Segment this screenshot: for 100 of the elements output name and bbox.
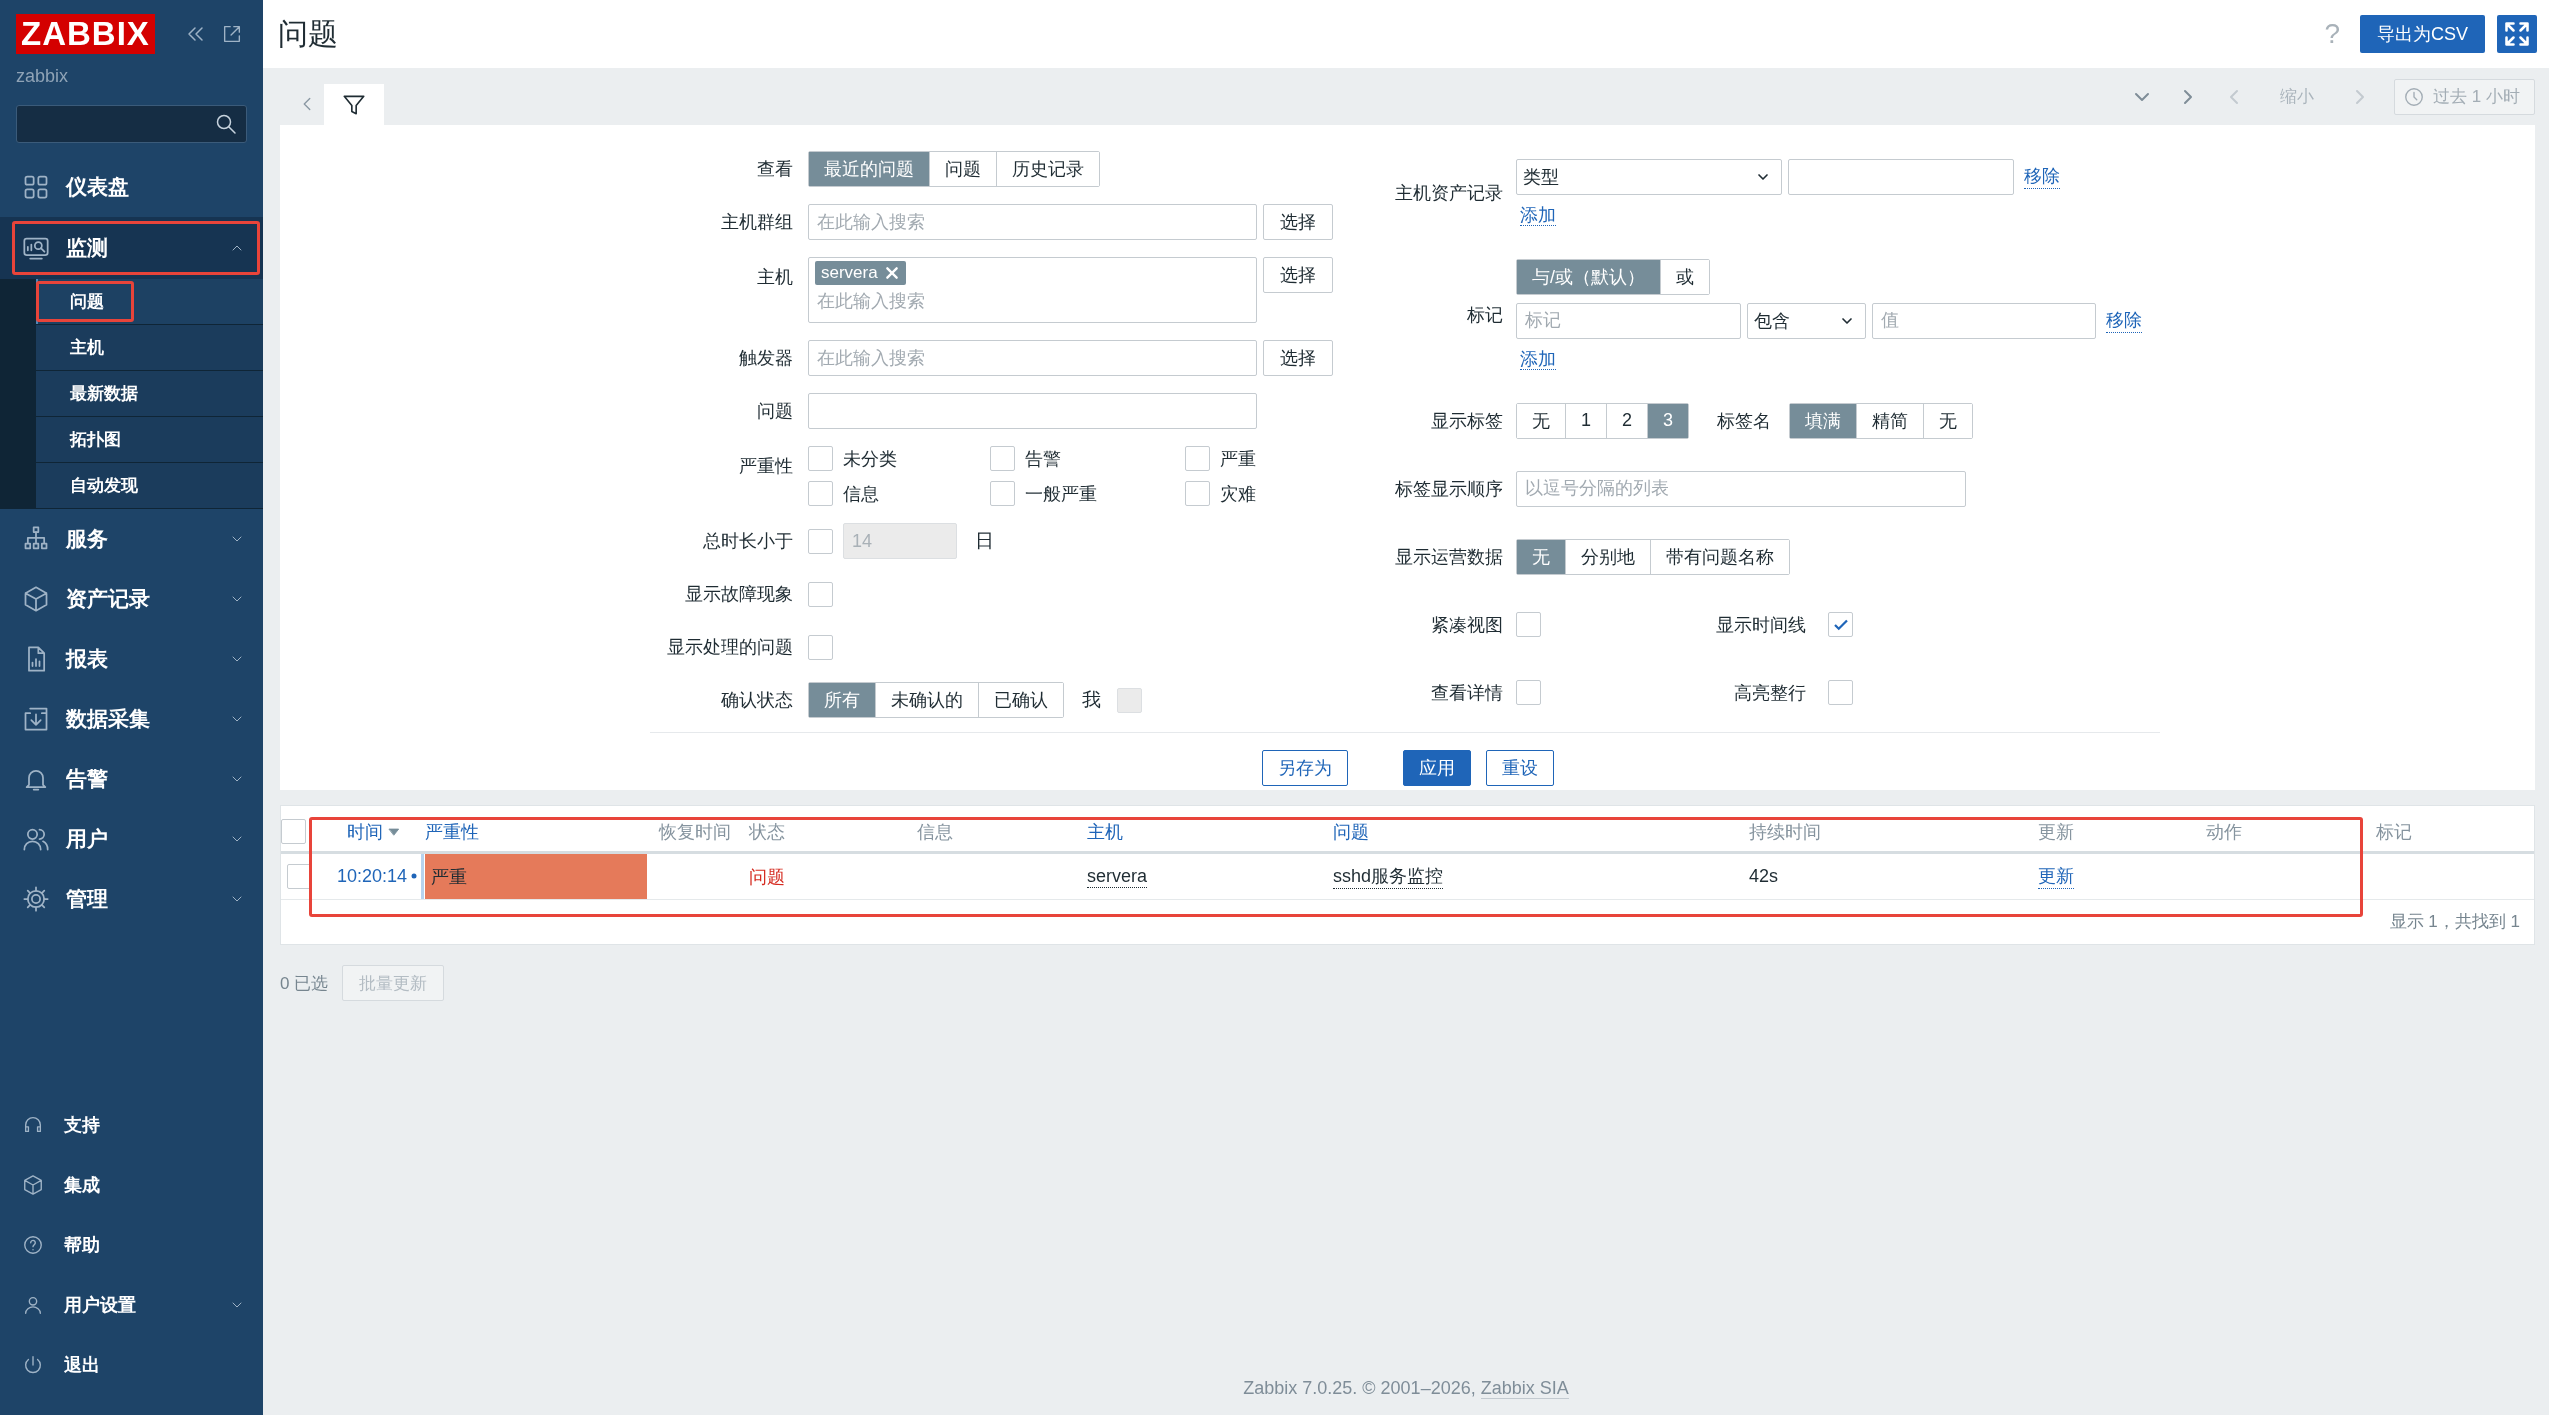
- checkbox[interactable]: [808, 446, 833, 471]
- add-link[interactable]: 添加: [1520, 204, 1556, 226]
- menu-item[interactable]: 集成: [0, 1155, 263, 1215]
- checkbox[interactable]: [281, 819, 306, 844]
- value-field[interactable]: 值: [1872, 302, 2096, 339]
- update-link[interactable]: 更新: [2038, 864, 2074, 889]
- field-label: 标签显示顺序: [1394, 477, 1504, 501]
- checkbox[interactable]: [808, 581, 833, 607]
- checkbox[interactable]: [990, 446, 1015, 471]
- checkbox[interactable]: [1185, 481, 1210, 506]
- column-header: 信息: [917, 820, 953, 844]
- menu-item[interactable]: 报表: [0, 629, 263, 689]
- field-label: 显示故障现象: [684, 583, 794, 606]
- host-link[interactable]: servera: [1087, 865, 1148, 888]
- tag-field[interactable]: 标记: [1516, 302, 1741, 339]
- segment-tab[interactable]: 无: [1517, 403, 1566, 438]
- checkbox-label: 未分类: [843, 447, 897, 471]
- time-link[interactable]: 10:20:14: [336, 866, 407, 887]
- menu-item[interactable]: 服务: [0, 509, 263, 569]
- gear-icon: [22, 885, 50, 913]
- submenu-item[interactable]: 拓扑图: [36, 417, 263, 463]
- filter-button[interactable]: 重设: [1485, 750, 1554, 786]
- submenu-item[interactable]: 问题: [36, 279, 263, 325]
- column-header: 更新: [2038, 820, 2074, 844]
- checkbox-label: 严重: [1220, 447, 1256, 471]
- checkbox[interactable]: [990, 481, 1015, 506]
- checkbox-label: 我: [1082, 688, 1101, 712]
- search-icon[interactable]: [214, 112, 238, 136]
- submenu-item[interactable]: 主机: [36, 325, 263, 371]
- field-label: 查看: [756, 158, 794, 181]
- unit-label: 日: [975, 529, 994, 553]
- search-field[interactable]: [16, 105, 247, 143]
- column-header: 状态: [749, 820, 785, 844]
- field-label: 显示运营数据: [1394, 545, 1504, 569]
- column-header-link[interactable]: 问题: [1333, 819, 1369, 844]
- add-link[interactable]: 添加: [1520, 348, 1556, 370]
- column-header-link[interactable]: 主机: [1087, 819, 1123, 844]
- checkbox[interactable]: [1185, 446, 1210, 471]
- fullscreen-button[interactable]: [2497, 15, 2537, 53]
- checkbox[interactable]: [1516, 680, 1541, 705]
- duration-text: 42s: [1749, 866, 1779, 887]
- checkbox[interactable]: [808, 528, 833, 554]
- apply-button[interactable]: 应用: [1402, 750, 1471, 786]
- checkbox[interactable]: [1516, 612, 1541, 637]
- select-button[interactable]: 选择: [1263, 257, 1333, 293]
- selected-count: 0 已选: [280, 972, 329, 995]
- power-icon: [22, 1354, 44, 1376]
- checkbox-label: 一般严重: [1025, 482, 1097, 506]
- checkbox[interactable]: [1828, 612, 1853, 637]
- cube-icon: [22, 1174, 44, 1196]
- select-button[interactable]: 选择: [1263, 204, 1333, 240]
- checkbox[interactable]: [808, 481, 833, 506]
- column-header-link[interactable]: 严重性: [425, 819, 479, 844]
- submenu-item[interactable]: 最新数据: [36, 371, 263, 417]
- text-field[interactable]: [1788, 158, 2014, 195]
- field-label: 高亮整行: [1734, 682, 1806, 703]
- text-field[interactable]: [808, 393, 1257, 429]
- export-button[interactable]: 导出为CSV: [2360, 15, 2485, 53]
- field-label: 严重性: [738, 455, 794, 478]
- menu-item[interactable]: 数据采集: [0, 689, 263, 749]
- field-label: 主机资产记录: [1394, 181, 1504, 205]
- menu-item[interactable]: 监测: [0, 217, 263, 279]
- menu-item[interactable]: 用户设置: [0, 1275, 263, 1335]
- select-button[interactable]: 选择: [1263, 340, 1333, 376]
- page-title: 问题: [278, 15, 339, 52]
- filter-tab[interactable]: [324, 84, 384, 125]
- checkbox-label: 信息: [843, 482, 879, 506]
- checkbox[interactable]: [1828, 680, 1853, 705]
- field-label: 查看详情: [1430, 681, 1504, 705]
- menu-item[interactable]: 帮助: [0, 1215, 263, 1275]
- submenu-item[interactable]: 自动发现: [36, 463, 263, 509]
- remove-link[interactable]: 移除: [2106, 308, 2142, 333]
- remove-link[interactable]: 移除: [2024, 164, 2060, 189]
- dropdown[interactable]: 包含: [1747, 302, 1866, 339]
- field-label: 紧凑视图: [1430, 613, 1504, 637]
- column-header-link[interactable]: 时间: [347, 819, 401, 844]
- remove-icon[interactable]: [883, 265, 900, 281]
- cube-icon: [22, 585, 50, 613]
- checkbox[interactable]: [808, 634, 833, 660]
- field-label: 触发器: [738, 347, 794, 370]
- menu-item[interactable]: 告警: [0, 749, 263, 809]
- menu-item[interactable]: 退出: [0, 1335, 263, 1395]
- menu-item[interactable]: 支持: [0, 1095, 263, 1155]
- grid-icon: [22, 173, 50, 201]
- filter-button[interactable]: 另存为: [1261, 750, 1348, 786]
- result-count: 显示 1，共找到 1: [2388, 911, 2521, 933]
- menu-item[interactable]: 管理: [0, 869, 263, 929]
- menu-item[interactable]: 仪表盘: [0, 157, 263, 217]
- logo: ZABBIX: [16, 14, 155, 54]
- field-label: 总时长小于: [702, 530, 794, 553]
- server-name: zabbix: [16, 66, 70, 87]
- dropdown[interactable]: 类型: [1516, 158, 1782, 195]
- clock-icon: [2403, 85, 2426, 108]
- menu-item[interactable]: 用户: [0, 809, 263, 869]
- menu-item[interactable]: 资产记录: [0, 569, 263, 629]
- text-field[interactable]: 以逗号分隔的列表: [1516, 470, 1966, 507]
- field-label: 标签名: [1717, 409, 1772, 433]
- status-text: 问题: [749, 865, 785, 889]
- problem-link[interactable]: sshd服务监控: [1333, 864, 1444, 889]
- field-label: 显示时间线: [1716, 614, 1806, 635]
